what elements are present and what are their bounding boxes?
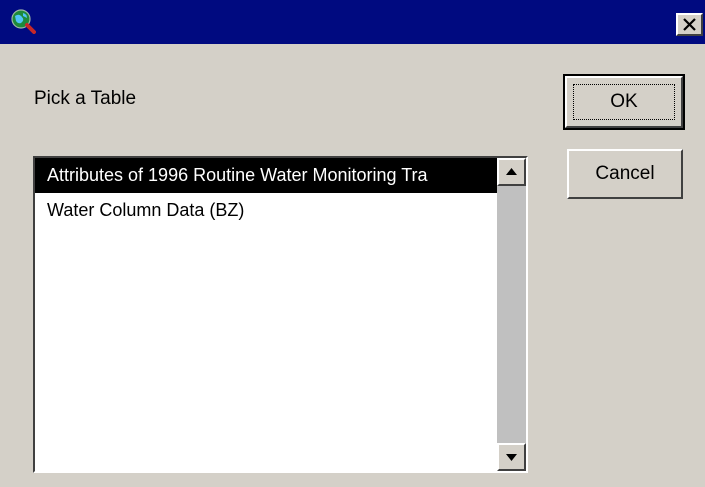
list-item[interactable]: Attributes of 1996 Routine Water Monitor…: [35, 158, 497, 193]
table-list: Attributes of 1996 Routine Water Monitor…: [35, 158, 497, 471]
ok-button-label: OK: [573, 84, 675, 120]
title-bar[interactable]: [0, 0, 705, 44]
arrow-up-icon: [506, 168, 517, 175]
scroll-down-button[interactable]: [497, 443, 526, 471]
vertical-scrollbar[interactable]: [497, 158, 526, 471]
table-listbox[interactable]: Attributes of 1996 Routine Water Monitor…: [33, 156, 528, 473]
scroll-up-button[interactable]: [497, 158, 526, 186]
arrow-down-icon: [506, 454, 517, 461]
ok-button[interactable]: OK: [563, 74, 685, 130]
list-item[interactable]: Water Column Data (BZ): [35, 193, 497, 228]
globe-magnifier-icon: [10, 8, 36, 34]
pick-table-label: Pick a Table: [34, 88, 137, 109]
pick-table-dialog: Pick a Table OK Cancel Attributes of 199…: [0, 0, 705, 487]
cancel-button[interactable]: Cancel: [567, 149, 683, 199]
close-button[interactable]: [676, 13, 703, 36]
close-icon: [683, 18, 696, 31]
